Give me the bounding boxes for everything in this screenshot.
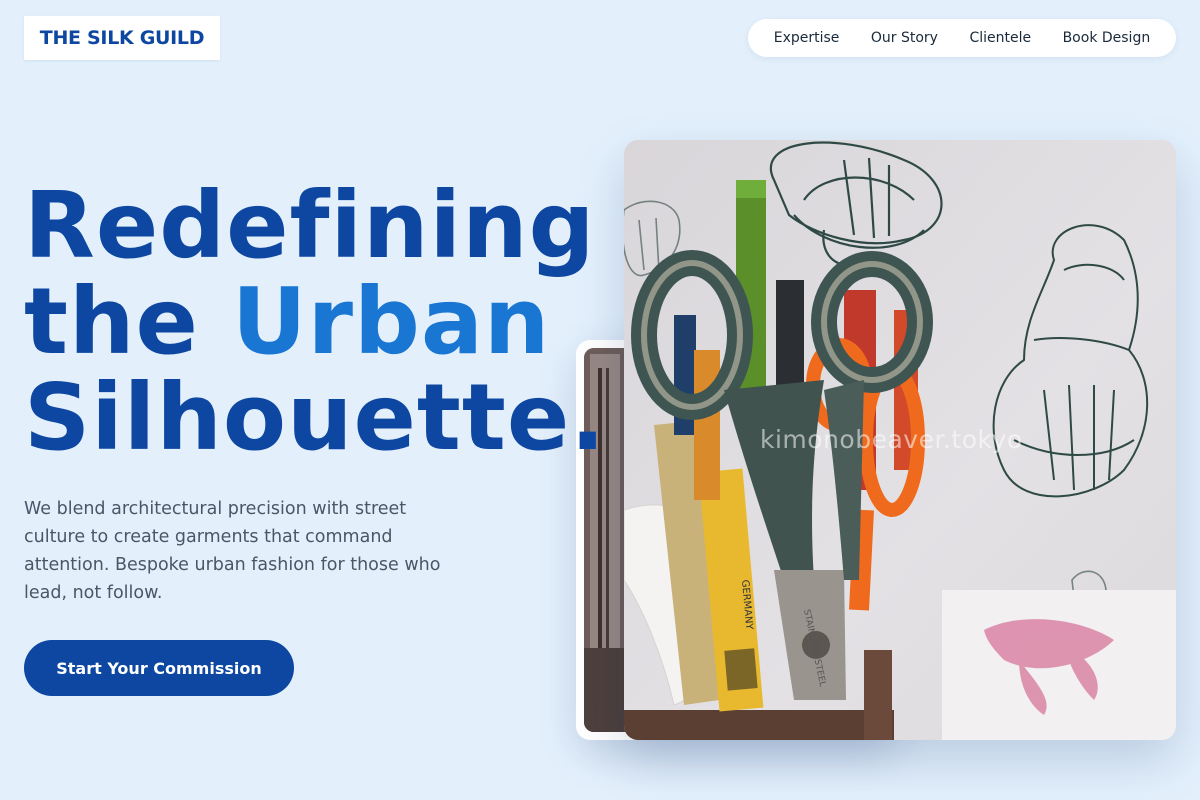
cup-rim (624, 710, 894, 740)
headline-line-2-prefix: the (24, 268, 232, 375)
headline-accent-word: Urban (231, 268, 551, 375)
headline-line-3: Silhouette (24, 364, 571, 471)
start-commission-button[interactable]: Start Your Commission (24, 640, 294, 696)
hero-description: We blend architectural precision with st… (24, 499, 441, 603)
brand-logo[interactable]: THE SILK GUILD (24, 16, 220, 60)
headline-line-1: Redefining (24, 172, 596, 279)
cup-side (864, 650, 892, 740)
nav-link-our-story[interactable]: Our Story (871, 30, 938, 46)
main-nav: Expertise Our Story Clientele Book Desig… (748, 19, 1176, 57)
hero-headline: Redefining the Urban Silhouette. (24, 178, 606, 466)
orange-marker (694, 350, 720, 500)
headline-period: . (570, 364, 607, 471)
nav-link-expertise[interactable]: Expertise (774, 30, 840, 46)
brand-name: THE SILK GUILD (39, 27, 205, 49)
nav-link-clientele[interactable]: Clientele (969, 30, 1031, 46)
nav-link-book-design[interactable]: Book Design (1063, 30, 1151, 46)
photo-watermark: kimonobeaver.tokyo (760, 425, 1023, 454)
green-pencil-cap (736, 180, 766, 198)
